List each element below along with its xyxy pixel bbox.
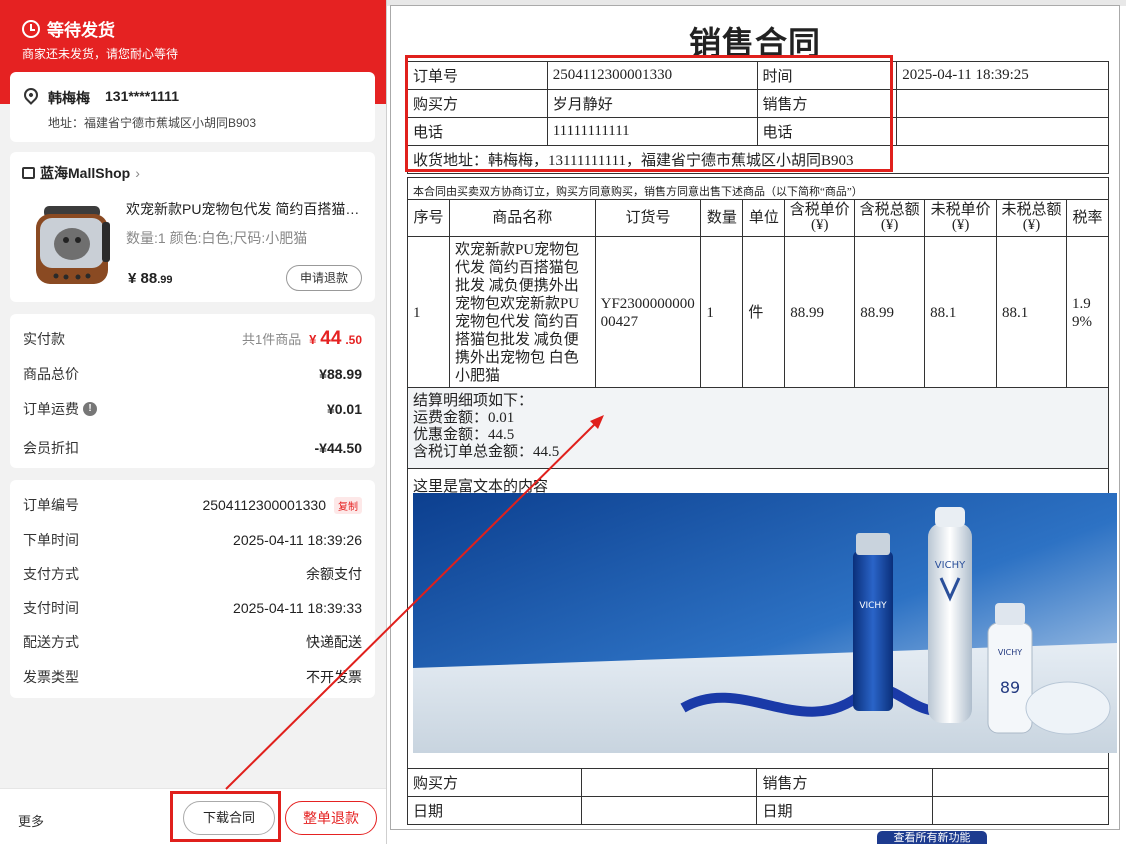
contract-header-highlight-box — [405, 55, 893, 172]
apply-refund-button[interactable]: 申请退款 — [286, 265, 362, 291]
order-detail-panel: 等待发货 商家还未发货，请您耐心等待 韩梅梅 131****1111 地址：福建… — [0, 0, 387, 844]
order-status-subtitle: 商家还未发货，请您耐心等待 — [22, 47, 179, 61]
chevron-right-icon: › — [135, 165, 140, 181]
address-card[interactable]: 韩梅梅 131****1111 地址：福建省宁德市蕉城区小胡同B903 — [10, 72, 375, 142]
more-button[interactable]: 更多 — [18, 811, 44, 830]
full-refund-button[interactable]: 整单退款 — [285, 801, 377, 835]
paid-amount-row: 实付款 共1件商品 ¥ 44 .50 — [23, 328, 362, 349]
col-header: 序号 — [407, 199, 450, 237]
col-header: 未税单价(¥) — [924, 199, 998, 237]
location-pin-icon — [21, 85, 41, 105]
product-price: ¥ 88.99 — [128, 270, 173, 287]
items-header-row: 序号 商品名称 订货号 数量 单位 含税单价(¥) 含税总额(¥) 未税单价(¥… — [407, 199, 1110, 237]
svg-text:VICHY: VICHY — [935, 560, 966, 571]
receiver-address: 地址：福建省宁德市蕉城区小胡同B903 — [48, 116, 257, 130]
svg-text:VICHY: VICHY — [998, 648, 1022, 657]
product-card: 蓝海MallShop › 欢宠新款PU宠物包代发 简约百搭猫包批发 减负便携外出… — [10, 152, 375, 302]
receiver-phone: 131****1111 — [105, 88, 179, 104]
download-highlight-box — [170, 791, 281, 842]
col-header: 含税单价(¥) — [784, 199, 856, 237]
payment-summary-card: 实付款 共1件商品 ¥ 44 .50 商品总价 ¥88.99 订单运费! ¥0.… — [10, 314, 375, 468]
freight-row: 订单运费! ¥0.01 — [23, 401, 362, 417]
col-header: 订货号 — [594, 199, 702, 237]
member-discount-row: 会员折扣 -¥44.50 — [23, 440, 362, 456]
col-header: 单位 — [742, 199, 786, 237]
product-name[interactable]: 欢宠新款PU宠物包代发 简约百搭猫包批发 减负便携外出宠物包 — [126, 199, 362, 219]
col-header: 数量 — [700, 199, 744, 237]
order-info-card: 订单编号 2504112300001330 复制 下单时间 2025-04-11 … — [10, 480, 375, 698]
contract-time: 2025-04-11 18:39:25 — [896, 61, 1109, 90]
contract-signature-table: 购买方 销售方 日期 日期 — [407, 768, 1109, 825]
copy-button[interactable]: 复制 — [334, 496, 362, 514]
invoice-row: 发票类型 不开发票 — [23, 669, 362, 685]
goods-total-row: 商品总价 ¥88.99 — [23, 366, 362, 382]
contract-note: 本合同由买卖双方协商订立，购买方同意购买，销售方同意出售下述商品（以下简称“商品… — [407, 177, 1109, 200]
new-features-banner[interactable]: 查看所有新功能 — [877, 831, 987, 844]
delivery-row: 配送方式 快递配送 — [23, 634, 362, 650]
seller-signature-cell — [932, 768, 1109, 797]
shop-icon — [22, 167, 35, 179]
shop-name: 蓝海MallShop — [40, 165, 131, 181]
seller-date-cell — [932, 796, 1109, 825]
col-header: 商品名称 — [448, 199, 596, 237]
info-icon[interactable]: ! — [83, 402, 97, 416]
table-row: 1 欢宠新款PU宠物包代发 简约百搭猫包批发 减负便携外出宠物包欢宠新款PU宠物… — [407, 236, 1110, 390]
svg-text:89: 89 — [1000, 678, 1020, 697]
order-time-row: 下单时间 2025-04-11 18:39:26 — [23, 532, 362, 548]
svg-text:VICHY: VICHY — [859, 601, 887, 611]
contract-items-table: 序号 商品名称 订货号 数量 单位 含税单价(¥) 含税总额(¥) 未税单价(¥… — [407, 199, 1110, 390]
col-header: 含税总额(¥) — [854, 199, 926, 237]
col-header: 税率 — [1065, 199, 1110, 237]
rich-text-section: 这里是富文本的内容 VICHY VICHY VICHY 89 — [407, 468, 1117, 769]
order-status-title: 等待发货 — [22, 16, 115, 41]
receiver-name: 韩梅梅 — [48, 90, 90, 106]
order-status-text: 等待发货 — [47, 21, 115, 40]
contract-seller-phone — [896, 117, 1109, 146]
col-header: 未税总额(¥) — [996, 199, 1067, 237]
settlement-details: 结算明细项如下： 运费金额：0.01 优惠金额：44.5 含税订单总金额：44.… — [407, 387, 1109, 469]
product-spec: 数量:1 颜色:白色;尺码:小肥猫 — [126, 230, 308, 246]
product-banner-image: VICHY VICHY VICHY 89 — [413, 493, 1117, 753]
pay-time-row: 支付时间 2025-04-11 18:39:33 — [23, 600, 362, 616]
contract-seller — [896, 89, 1109, 118]
product-thumbnail[interactable] — [30, 198, 114, 288]
shop-link[interactable]: 蓝海MallShop › — [22, 163, 140, 183]
order-number-row: 订单编号 2504112300001330 复制 — [23, 495, 362, 515]
buyer-signature-cell — [580, 768, 758, 797]
pay-method-row: 支付方式 余额支付 — [23, 566, 362, 582]
buyer-date-cell — [580, 796, 758, 825]
clock-icon — [22, 19, 40, 38]
bottom-action-bar: 更多 下载合同 整单退款 — [0, 788, 386, 844]
